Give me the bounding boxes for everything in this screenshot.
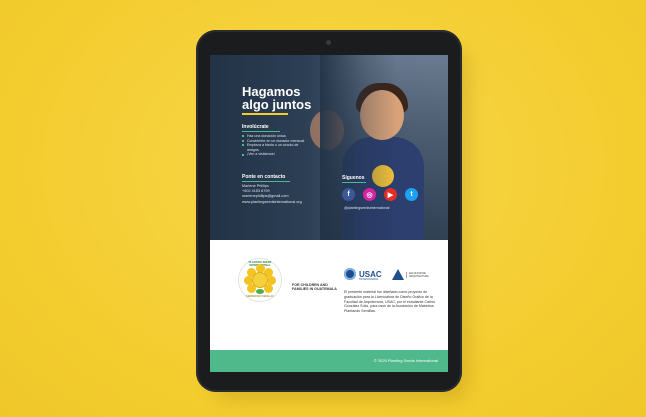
contact-website[interactable]: www.plantingseedsinternational.org — [242, 200, 302, 205]
youtube-icon[interactable]: ▶ — [384, 188, 397, 201]
camera-icon — [326, 40, 331, 45]
brochure-page: Hagamos algo juntos Involúcrate Haz una … — [210, 55, 448, 372]
contacto-underline — [242, 181, 290, 182]
student-photo — [310, 55, 448, 240]
involucrate-list: Haz una donación única. Conviértete en u… — [242, 134, 307, 157]
tablet-device: Hagamos algo juntos Involúcrate Haz una … — [196, 30, 462, 392]
social-handle[interactable]: @plantingseedsinternational — [344, 206, 389, 210]
credits-description: El presente material fue diseñado como p… — [344, 290, 435, 314]
planting-seeds-logo: PLANTING SEEDS INTERNATIONAL SEMBRANDO S… — [238, 258, 282, 302]
involucrate-underline — [242, 131, 280, 132]
usac-logo: USAC TRICENTENARIA — [344, 268, 382, 281]
copyright-text: © 2020 Planting Seeds International — [373, 358, 438, 363]
logo-ring-subtext: SEMBRANDO SEMILLAS — [246, 295, 274, 298]
flower-center — [252, 272, 268, 288]
contact-info: Marlene Phillips +502 4153 8799 marlenep… — [242, 184, 302, 205]
list-item: ¡Ven a visitarnos! — [242, 152, 307, 157]
farq-logo: FACULTAD DE ARQUITECTURA — [392, 269, 429, 280]
mockup-scene: Hagamos algo juntos Involúcrate Haz una … — [0, 0, 646, 417]
instagram-icon[interactable]: ◎ — [363, 188, 376, 201]
twitter-icon[interactable]: t — [405, 188, 418, 201]
siguenos-heading: Síguenos — [342, 175, 365, 181]
social-icons: f ◎ ▶ t — [342, 188, 418, 201]
contacto-heading: Ponte en contacto — [242, 174, 286, 180]
footer-bar: © 2020 Planting Seeds International — [210, 350, 448, 372]
list-item: Empieza a bieda o un círculo de amigos. — [242, 143, 307, 152]
hero-section: Hagamos algo juntos Involúcrate Haz una … — [210, 55, 448, 240]
usac-seal-icon — [344, 268, 356, 280]
siguenos-underline — [342, 182, 366, 183]
page-title: Hagamos algo juntos — [242, 84, 312, 112]
involucrate-heading: Involúcrate — [242, 124, 269, 130]
facebook-icon[interactable]: f — [342, 188, 355, 201]
farq-triangle-icon — [392, 269, 404, 280]
children-tagline: FOR CHILDREN AND FAMILIES IN GUATEMALA — [292, 283, 337, 292]
title-accent-bar — [242, 113, 288, 115]
